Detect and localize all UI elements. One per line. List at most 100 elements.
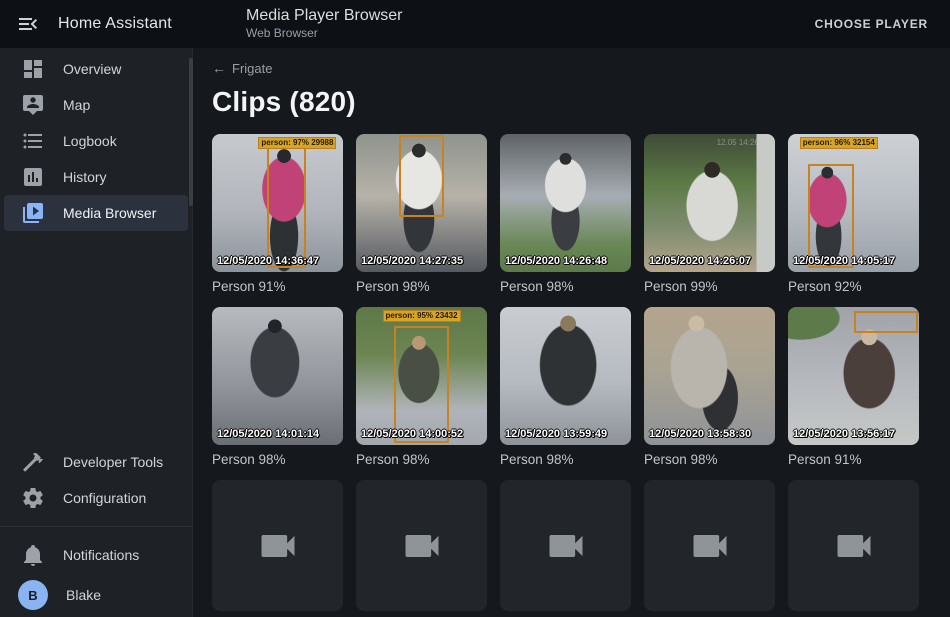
video-camera-icon [688,524,732,568]
clip-thumbnail: 12/05/2020 14:26:48 [500,134,631,272]
hammer-icon [21,450,45,474]
sidebar-item-map[interactable]: Map [4,87,188,123]
choose-player-button[interactable]: CHOOSE PLAYER [807,9,936,39]
clip-thumbnail: 12.05 14:26:06 12/05/2020 14:26:07 [644,134,775,272]
clip-item[interactable]: person: 96% 32154 12/05/2020 14:05:17 Pers… [788,134,919,294]
clip-item[interactable]: 12/05/2020 14:01:14 Person 98% [212,307,343,467]
detection-label: person: 95% 23432 [382,310,460,322]
sidebar-item-label: Map [63,97,90,113]
clip-timestamp: 12/05/2020 14:36:47 [217,255,319,267]
clip-caption: Person 91% [788,452,919,467]
sidebar-nav-bottom: Developer Tools Configuration [0,444,192,516]
breadcrumb-back-frigate[interactable]: ← Frigate [212,60,272,76]
page-title-block: Media Player Browser Web Browser [246,7,403,41]
user-name: Blake [66,587,101,603]
clip-thumbnail: person: 95% 23432 12/05/2020 14:00:52 [356,307,487,445]
sidebar-spacer [0,231,192,444]
folder-item-yesterday-209[interactable]: Yesterday (209) [356,480,487,617]
folder-tile [356,480,487,611]
detection-label: person: 97% 29988 [258,137,336,149]
sidebar-item-media-browser[interactable]: Media Browser [4,195,188,231]
sidebar-item-label: Developer Tools [63,454,163,470]
clip-timestamp: 12/05/2020 14:00:52 [361,428,463,440]
clip-thumbnail: 12/05/2020 14:27:35 [356,134,487,272]
clip-timestamp: 12/05/2020 13:58:30 [649,428,751,440]
breadcrumb-label: Frigate [232,61,272,76]
header-left: Home Assistant [0,12,193,36]
clip-timestamp: 12/05/2020 13:59:49 [505,428,607,440]
folder-item-today-164[interactable]: Today (164) [212,480,343,617]
clip-caption: Person 98% [644,452,775,467]
sidebar-item-developer-tools[interactable]: Developer Tools [4,444,188,480]
clip-timestamp: 12/05/2020 14:26:07 [649,255,751,267]
sidebar-item-label: Notifications [63,547,139,563]
page-subtitle: Web Browser [246,27,403,41]
map-account-icon [21,93,45,117]
clip-item[interactable]: 12.05 14:26:06 12/05/2020 14:26:07 Person … [644,134,775,294]
sidebar-item-user[interactable]: B Blake [4,573,188,617]
clips-grid: person: 97% 29988 12/05/2020 14:36:47 Pers… [212,134,950,617]
sidebar-scrollbar[interactable] [189,58,193,206]
clip-timestamp: 12/05/2020 14:05:17 [793,255,895,267]
video-camera-icon [832,524,876,568]
back-arrow-icon: ← [212,60,226,76]
sidebar-item-logbook[interactable]: Logbook [4,123,188,159]
page-heading-clips-count: Clips (820) [212,86,950,118]
sidebar-item-overview[interactable]: Overview [4,51,188,87]
folder-tile [500,480,631,611]
clip-caption: Person 98% [212,452,343,467]
sidebar-item-label: Overview [63,61,121,77]
sidebar-item-history[interactable]: History [4,159,188,195]
play-box-multiple-icon [21,201,45,225]
media-browser-content: ← Frigate Clips (820) person: 97% 29988 1… [194,48,950,617]
clip-item[interactable]: 12/05/2020 13:59:49Person 98% [500,307,631,467]
clip-item[interactable]: 12/05/2020 13:56:17 Person 91% [788,307,919,467]
sidebar-item-label: Media Browser [63,205,156,221]
clip-thumbnail: 12/05/2020 14:01:14 [212,307,343,445]
camera-osd-timestamp: 12.05 14:26:06 [717,138,770,147]
detection-bbox [267,142,306,267]
clip-thumbnail: 12/05/2020 13:58:30 [644,307,775,445]
clip-thumbnail: 12/05/2020 13:59:49 [500,307,631,445]
clip-timestamp: 12/05/2020 13:56:17 [793,428,895,440]
clip-thumbnail: person: 96% 32154 12/05/2020 14:05:17 [788,134,919,272]
folder-item-this-month-502[interactable]: This Month (502) [500,480,631,617]
detection-bbox [394,326,449,443]
clip-item[interactable]: 12/05/2020 13:58:30 Person 98% [644,307,775,467]
avatar: B [18,580,48,610]
folder-tile [788,480,919,611]
app-window: Home Assistant Media Player Browser Web … [0,0,950,617]
clip-caption: Person 98% [356,452,487,467]
sidebar-item-notifications[interactable]: Notifications [4,537,188,573]
sidebar-item-label: History [63,169,107,185]
view-dashboard-icon [21,57,45,81]
app-title: Home Assistant [58,15,172,33]
clip-caption: Person 92% [788,279,919,294]
detection-bbox [808,164,854,267]
menu-open-icon[interactable] [16,12,40,36]
clip-thumbnail: person: 97% 29988 12/05/2020 14:36:47 [212,134,343,272]
list-bulleted-icon [21,129,45,153]
folder-item-last-month-318[interactable]: Last Month (318) [644,480,775,617]
clip-thumbnail: 12/05/2020 13:56:17 [788,307,919,445]
clip-item[interactable]: 12/05/2020 14:26:48 Person 98% [500,134,631,294]
chart-box-icon [21,165,45,189]
sidebar-divider [0,526,192,527]
folder-item-back-427[interactable]: Back (427) [788,480,919,617]
clip-caption: Person 98% [500,279,631,294]
clip-item[interactable]: 12/05/2020 14:27:35Person 98% [356,134,487,294]
clip-item[interactable]: person: 95% 23432 12/05/2020 14:00:52 Pers… [356,307,487,467]
clip-caption: Person 91% [212,279,343,294]
video-camera-icon [256,524,300,568]
video-camera-icon [544,524,588,568]
bell-icon [21,543,45,567]
sidebar-item-label: Logbook [63,133,117,149]
clip-item[interactable]: person: 97% 29988 12/05/2020 14:36:47 Pers… [212,134,343,294]
video-camera-icon [400,524,444,568]
sidebar-item-configuration[interactable]: Configuration [4,480,188,516]
detection-bbox [854,311,918,333]
detection-label: person: 96% 32154 [800,137,878,149]
app-header: Home Assistant Media Player Browser Web … [0,0,950,48]
clip-caption: Person 99% [644,279,775,294]
clip-timestamp: 12/05/2020 14:27:35 [361,255,463,267]
